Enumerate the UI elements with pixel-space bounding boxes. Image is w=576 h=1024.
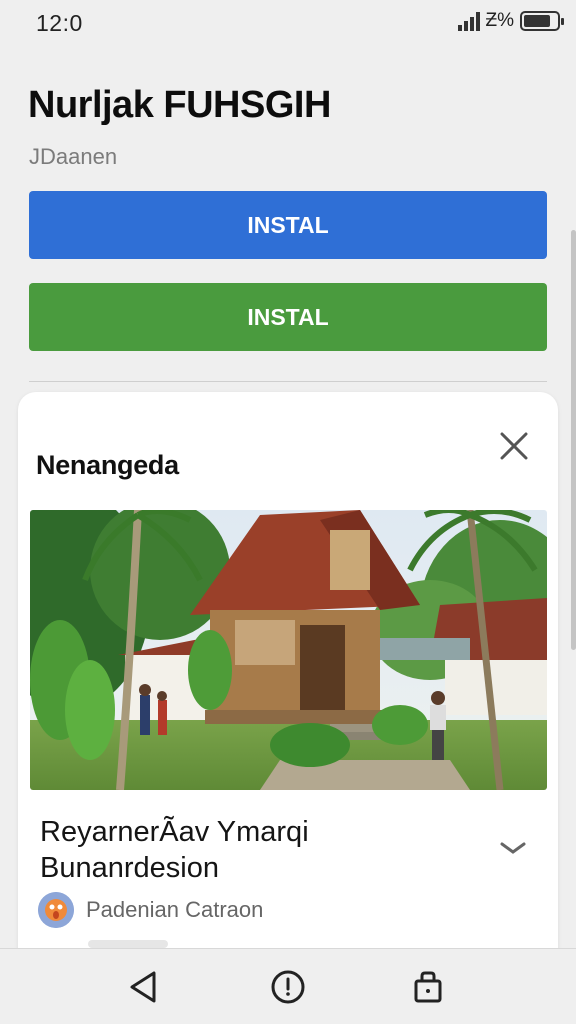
place-title: ReyarnerÃav Ymarqi Bunanrdesion bbox=[40, 814, 470, 886]
battery-icon bbox=[520, 11, 564, 31]
status-time: 12:0 bbox=[36, 10, 83, 36]
author-row: Padenian Catraon bbox=[38, 892, 263, 928]
app-title: Nurljak FUHSGIH bbox=[28, 84, 331, 126]
app-screen: 12:0 Ƶ% Nurljak FUHSGIH JDaanen INSTAL I… bbox=[0, 0, 576, 1024]
scrollbar[interactable] bbox=[571, 230, 576, 650]
status-bar: 12:0 Ƶ% bbox=[0, 0, 576, 46]
install-button-secondary[interactable]: INSTAL bbox=[29, 283, 547, 351]
status-icons: Ƶ% bbox=[457, 10, 564, 32]
signal-icon bbox=[457, 11, 480, 31]
status-network: Ƶ% bbox=[485, 10, 515, 31]
back-icon[interactable] bbox=[124, 967, 164, 1007]
author-name: Padenian Catraon bbox=[86, 897, 264, 922]
close-icon[interactable] bbox=[496, 428, 532, 464]
chevron-down-icon[interactable] bbox=[498, 838, 528, 858]
place-title-line1: ReyarnerÃav Ymarqi bbox=[40, 816, 309, 848]
photo-image[interactable] bbox=[30, 510, 547, 790]
avatar[interactable] bbox=[38, 892, 74, 928]
home-icon[interactable] bbox=[268, 967, 308, 1007]
card-title: Nenangeda bbox=[36, 450, 179, 480]
divider bbox=[29, 381, 547, 382]
app-subtitle: JDaanen bbox=[29, 144, 118, 169]
bottom-sheet-card: Nenangeda ReyarnerÃav Ymarqi Bunanrdesio… bbox=[18, 392, 558, 972]
place-title-line2: Bunanrdesion bbox=[40, 852, 219, 884]
battery-level bbox=[524, 15, 550, 27]
install-button-primary[interactable]: INSTAL bbox=[29, 191, 547, 259]
nav-bar bbox=[0, 948, 576, 1024]
lock-icon[interactable] bbox=[408, 967, 448, 1007]
truncated-text bbox=[88, 940, 168, 948]
